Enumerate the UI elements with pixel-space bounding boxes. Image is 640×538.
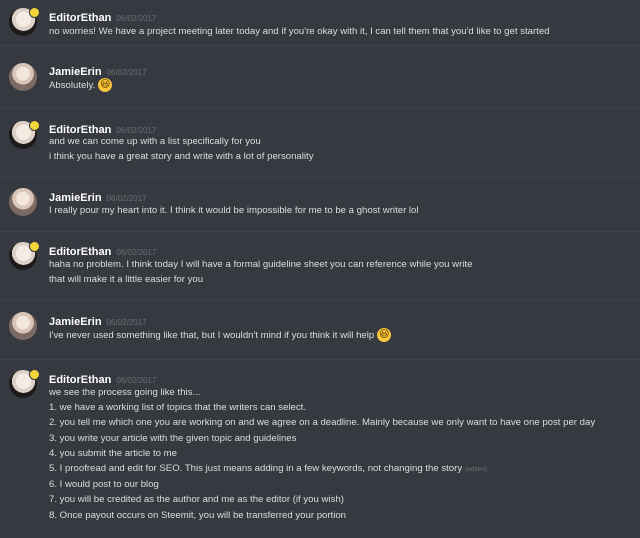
timestamp: 06/02/2017 [106, 68, 147, 77]
timestamp: 06/02/2017 [116, 248, 157, 257]
status-icon [29, 369, 40, 380]
message-line: and we can come up with a list specifica… [49, 136, 261, 147]
timestamp: 06/02/2017 [116, 376, 157, 385]
message: JamieErin 06/02/2017 Absolutely. 😃 [0, 46, 640, 108]
message-line: 8. Once payout occurs on Steemit, you wi… [49, 509, 347, 521]
message-line: 2. you tell me which one you are working… [49, 417, 596, 429]
timestamp: 06/02/2017 [106, 318, 147, 327]
message-line: that will make it a little easier for yo… [49, 274, 204, 286]
message: EditorEthan 06/02/2017 and we can come up… [0, 108, 640, 178]
message: EditorEthan 06/02/2017 haha no problem. I… [0, 232, 640, 300]
message-line: 4. you submit the article to me [49, 447, 177, 459]
avatar[interactable] [9, 7, 40, 36]
message-line: I've never used something like that, but… [49, 328, 392, 343]
message-line: 3. you write your article with the given… [49, 432, 297, 444]
username[interactable]: JamieErin [49, 316, 102, 328]
message-line: i think you have a great story and write… [49, 151, 314, 163]
message-line: 1. we have a working list of topics that… [49, 402, 307, 414]
message-line: we see the process going like this... [49, 387, 201, 398]
username[interactable]: EditorEthan [49, 12, 111, 24]
avatar[interactable] [9, 120, 40, 149]
message: EditorEthan 06/02/2017 we see the process… [0, 360, 640, 538]
message-line: 6. I would post to our blog [49, 479, 159, 491]
message-line: 5. I proofread and edit for SEO. This ju… [49, 463, 488, 475]
chat-messages: EditorEthan 06/02/2017 no worries! We hav… [0, 0, 640, 538]
status-icon [29, 241, 40, 252]
message-line: 7. you will be credited as the author an… [49, 494, 344, 506]
status-icon [29, 120, 40, 131]
status-icon [29, 7, 40, 18]
message-line: no worries! We have a project meeting la… [49, 26, 550, 37]
username[interactable]: JamieErin [49, 66, 102, 78]
smiley-emoji-icon: 😃 [98, 78, 113, 93]
message-line: I really pour my heart into it. I think … [49, 205, 419, 216]
message-line: Absolutely. 😃 [49, 78, 113, 93]
timestamp: 06/02/2017 [106, 194, 147, 203]
avatar[interactable] [9, 188, 37, 216]
avatar[interactable] [9, 369, 40, 398]
edited-label: (edited) [465, 466, 488, 474]
message: JamieErin 06/02/2017 I really pour my hea… [0, 178, 640, 232]
smiley-emoji-icon: 😃 [377, 328, 392, 343]
message-line: haha no problem. I think today I will ha… [49, 259, 473, 270]
avatar[interactable] [9, 63, 37, 91]
avatar[interactable] [9, 241, 40, 270]
timestamp: 06/02/2017 [116, 14, 157, 23]
message: JamieErin 06/02/2017 I've never used some… [0, 300, 640, 360]
avatar[interactable] [9, 312, 37, 340]
message: EditorEthan 06/02/2017 no worries! We hav… [0, 0, 640, 46]
